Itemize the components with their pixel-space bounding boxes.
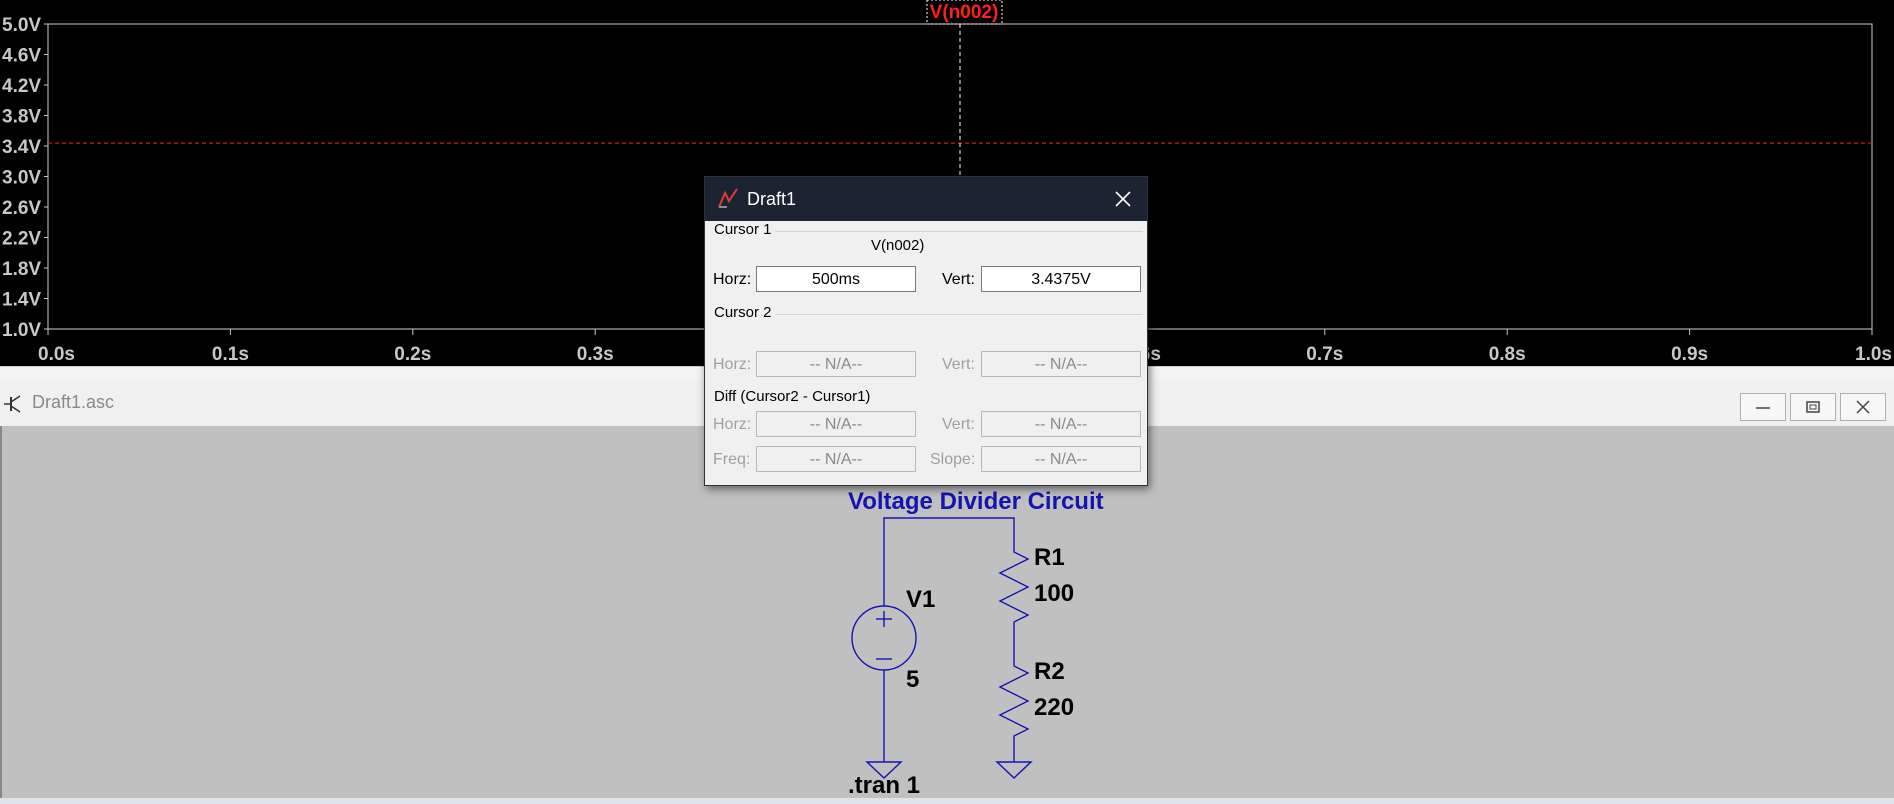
cursor1-vert-field[interactable]: 3.4375V bbox=[981, 266, 1141, 292]
cursor1-group-label: Cursor 1 bbox=[714, 221, 772, 238]
v1-value-label[interactable]: 5 bbox=[906, 666, 919, 694]
transistor-icon bbox=[4, 395, 21, 413]
cursor-dialog[interactable]: Draft1 Cursor 1 V(n002) Horz: 500ms Vert… bbox=[704, 176, 1148, 486]
cursor2-vert-field[interactable]: -- N/A-- bbox=[981, 351, 1141, 377]
y-tick-label: 3.0V bbox=[2, 168, 41, 189]
status-strip bbox=[0, 798, 1894, 804]
cursor1-group-divider bbox=[775, 231, 1143, 232]
schematic-heading-comment[interactable]: Voltage Divider Circuit bbox=[848, 488, 1104, 516]
r1-name-label[interactable]: R1 bbox=[1034, 544, 1065, 572]
trace-label[interactable]: V(n002) bbox=[930, 2, 999, 23]
tran-directive[interactable]: .tran 1 bbox=[848, 772, 920, 800]
y-tick-label: 4.2V bbox=[2, 76, 41, 97]
x-tick-label: 0.0s bbox=[38, 344, 75, 365]
y-tick-label: 1.8V bbox=[2, 259, 41, 280]
cursor2-vert-label: Vert: bbox=[942, 356, 975, 373]
x-tick-label: 1.0s bbox=[1855, 344, 1892, 365]
y-tick-label: 3.4V bbox=[2, 137, 41, 158]
close-button[interactable] bbox=[1840, 393, 1886, 421]
x-tick-label: 0.7s bbox=[1306, 344, 1343, 365]
cursor1-horz-field[interactable]: 500ms bbox=[756, 266, 916, 292]
diff-horz-field[interactable]: -- N/A-- bbox=[756, 411, 916, 437]
restore-button[interactable] bbox=[1790, 393, 1836, 421]
dialog-close-icon[interactable] bbox=[1109, 185, 1137, 213]
y-tick-label: 2.6V bbox=[2, 198, 41, 219]
y-tick-label: 5.0V bbox=[2, 15, 41, 36]
cursor1-vert-label: Vert: bbox=[942, 271, 975, 288]
x-tick-label: 0.2s bbox=[394, 344, 431, 365]
minimize-icon bbox=[1756, 407, 1770, 409]
restore-icon bbox=[1806, 401, 1820, 413]
x-tick-label: 0.8s bbox=[1489, 344, 1526, 365]
cursor1-horz-label: Horz: bbox=[713, 271, 752, 288]
dialog-titlebar[interactable]: Draft1 bbox=[705, 177, 1147, 221]
cursor2-horz-field[interactable]: -- N/A-- bbox=[756, 351, 916, 377]
diff-slope-label: Slope: bbox=[930, 451, 976, 468]
r2-value-label[interactable]: 220 bbox=[1034, 694, 1074, 722]
ltspice-app-icon bbox=[718, 188, 738, 208]
close-icon bbox=[1856, 400, 1870, 414]
diff-freq-field[interactable]: -- N/A-- bbox=[756, 446, 916, 472]
y-tick-label: 3.8V bbox=[2, 107, 41, 128]
r1-value-label[interactable]: 100 bbox=[1034, 580, 1074, 608]
diff-vert-label: Vert: bbox=[942, 416, 975, 433]
v1-name-label[interactable]: V1 bbox=[906, 586, 935, 614]
diff-vert-field[interactable]: -- N/A-- bbox=[981, 411, 1141, 437]
y-tick-label: 2.2V bbox=[2, 229, 41, 250]
diff-group-label: Diff (Cursor2 - Cursor1) bbox=[714, 388, 871, 405]
dialog-title: Draft1 bbox=[747, 189, 797, 209]
ground-symbol-r2[interactable] bbox=[995, 761, 1033, 779]
diff-slope-field[interactable]: -- N/A-- bbox=[981, 446, 1141, 472]
diff-freq-label: Freq: bbox=[713, 451, 751, 468]
y-tick-label: 1.0V bbox=[2, 320, 41, 341]
x-tick-label: 0.3s bbox=[577, 344, 614, 365]
x-tick-label: 0.1s bbox=[212, 344, 249, 365]
cursor2-horz-label: Horz: bbox=[713, 356, 752, 373]
resistor-r1-symbol[interactable] bbox=[998, 540, 1030, 656]
schematic-window-title: Draft1.asc bbox=[32, 392, 115, 412]
y-tick-label: 4.6V bbox=[2, 46, 41, 67]
cursor2-group-label: Cursor 2 bbox=[714, 304, 772, 321]
resistor-r2-symbol[interactable] bbox=[998, 656, 1030, 762]
r2-name-label[interactable]: R2 bbox=[1034, 658, 1065, 686]
wire-top[interactable] bbox=[883, 517, 1015, 606]
cursor2-group-divider bbox=[775, 314, 1143, 315]
minimize-button[interactable] bbox=[1740, 393, 1786, 421]
y-tick-label: 1.4V bbox=[2, 290, 41, 311]
diff-horz-label: Horz: bbox=[713, 416, 752, 433]
x-tick-label: 0.9s bbox=[1671, 344, 1708, 365]
cursor1-trace-name: V(n002) bbox=[871, 237, 925, 254]
